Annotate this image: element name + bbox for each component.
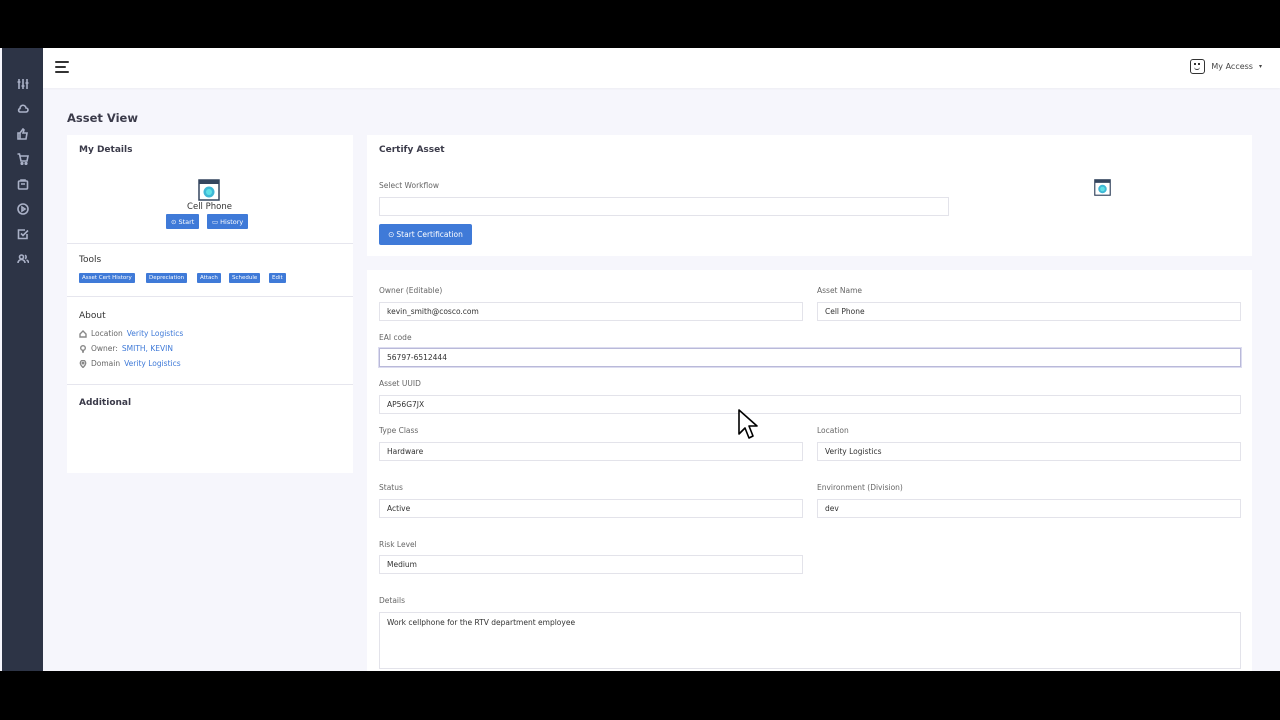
- sidebar: [2, 48, 43, 671]
- tools-title: Tools: [79, 255, 102, 265]
- uuid-label: Asset UUID: [379, 379, 421, 388]
- details-label: Details: [379, 596, 406, 605]
- phone-image-icon: [198, 179, 220, 201]
- about-location: Location Verity Logistics: [79, 329, 183, 338]
- bulb-icon: [79, 344, 87, 353]
- my-details-card: My Details Cell Phone ⊙ Start ▭ History …: [67, 135, 353, 473]
- owner-field[interactable]: kevin_smith@cosco.com: [379, 302, 803, 321]
- details-textarea[interactable]: Work cellphone for the RTV department em…: [379, 612, 1241, 669]
- about-domain-label: Domain: [91, 359, 121, 368]
- users-icon[interactable]: [15, 251, 31, 267]
- cloud-icon[interactable]: [15, 101, 31, 117]
- status-field[interactable]: Active: [379, 499, 803, 518]
- asset-uuid-field[interactable]: AP56G7JX: [379, 395, 1241, 414]
- eai-label: EAI code: [379, 333, 412, 342]
- start-button[interactable]: ⊙ Start: [166, 214, 200, 229]
- cart-icon[interactable]: [15, 151, 31, 167]
- eai-code-field[interactable]: 56797-6512444: [379, 348, 1241, 367]
- tag-asset-cert-history[interactable]: Asset Cert History: [79, 273, 135, 283]
- type-class-field[interactable]: Hardware: [379, 442, 803, 461]
- location-label: Location: [817, 426, 849, 435]
- sliders-icon[interactable]: [15, 76, 31, 92]
- divider: [67, 243, 353, 244]
- start-button-label: Start: [178, 217, 195, 226]
- start-certification-label: Start Certification: [396, 230, 463, 239]
- about-location-label: Location: [91, 329, 123, 338]
- asset-form-card: [367, 270, 1252, 671]
- location-field[interactable]: Verity Logistics: [817, 442, 1241, 461]
- workflow-label: Select Workflow: [379, 181, 439, 190]
- certify-asset-card: Certify Asset: [367, 135, 1252, 256]
- phone-image-icon: [1094, 179, 1111, 196]
- divider: [67, 296, 353, 297]
- menu-toggle-icon[interactable]: [55, 61, 69, 73]
- monitor-icon: ▭: [212, 217, 219, 226]
- asset-name-field[interactable]: Cell Phone: [817, 302, 1241, 321]
- tag-attach[interactable]: Attach: [197, 273, 221, 283]
- play-icon: ⊙: [388, 230, 395, 239]
- tag-edit[interactable]: Edit: [269, 273, 286, 283]
- pin-icon: [79, 359, 87, 368]
- top-bar: My Access ▾: [43, 48, 1280, 88]
- about-domain-link[interactable]: Verity Logistics: [124, 359, 181, 368]
- play-icon: ⊙: [171, 217, 177, 226]
- start-certification-button[interactable]: ⊙ Start Certification: [379, 224, 472, 245]
- environment-field[interactable]: dev: [817, 499, 1241, 518]
- risk-level-field[interactable]: Medium: [379, 555, 803, 574]
- asset-name-label: Asset Name: [817, 286, 863, 295]
- chevron-down-icon: ▾: [1258, 63, 1262, 70]
- additional-title: Additional: [79, 398, 132, 408]
- mouse-pointer-icon: [738, 409, 758, 439]
- about-domain: Domain Verity Logistics: [79, 359, 181, 368]
- my-access-label: My Access: [1211, 62, 1253, 71]
- play-circle-icon[interactable]: [15, 201, 31, 217]
- about-owner: Owner: SMITH, KEVIN: [79, 344, 173, 353]
- home-icon: [79, 329, 87, 338]
- status-label: Status: [379, 483, 403, 492]
- thumbs-up-icon[interactable]: [15, 126, 31, 142]
- certify-title: Certify Asset: [379, 145, 445, 155]
- tag-depreciation[interactable]: Depreciation: [146, 273, 188, 283]
- environment-label: Environment (Division): [817, 483, 903, 492]
- about-title: About: [79, 311, 106, 321]
- about-owner-link[interactable]: SMITH, KEVIN: [122, 344, 173, 353]
- history-button[interactable]: ▭ History: [207, 214, 249, 229]
- about-location-link[interactable]: Verity Logistics: [127, 329, 184, 338]
- device-name: Cell Phone: [187, 202, 232, 212]
- risk-level-label: Risk Level: [379, 540, 417, 549]
- page-title: Asset View: [67, 111, 138, 125]
- smiley-icon: [1190, 59, 1206, 74]
- my-access-menu[interactable]: My Access ▾: [1190, 59, 1262, 74]
- bag-icon[interactable]: [15, 176, 31, 192]
- type-class-label: Type Class: [379, 426, 419, 435]
- about-owner-label: Owner:: [91, 344, 118, 353]
- my-details-title: My Details: [79, 145, 133, 155]
- divider: [67, 384, 353, 385]
- check-square-icon[interactable]: [15, 226, 31, 242]
- owner-label: Owner (Editable): [379, 286, 443, 295]
- history-button-label: History: [220, 217, 244, 226]
- workflow-select[interactable]: [379, 197, 949, 216]
- tag-schedule[interactable]: Schedule: [229, 273, 261, 283]
